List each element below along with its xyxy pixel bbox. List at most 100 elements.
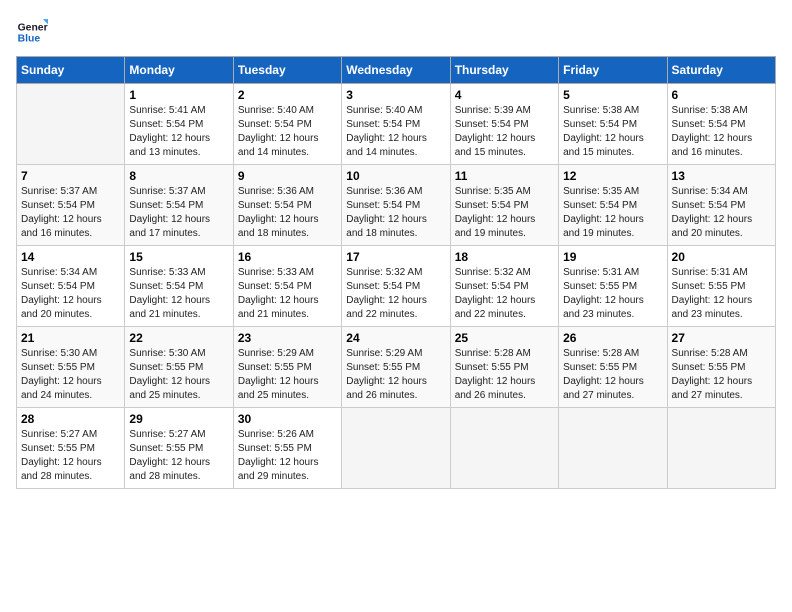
calendar-cell bbox=[17, 84, 125, 165]
calendar-cell: 2 Sunrise: 5:40 AM Sunset: 5:54 PM Daylig… bbox=[233, 84, 341, 165]
day-info: Sunrise: 5:35 AM Sunset: 5:54 PM Dayligh… bbox=[455, 185, 554, 241]
calendar-cell: 11 Sunrise: 5:35 AM Sunset: 5:54 PM Dayli… bbox=[450, 165, 558, 246]
calendar-cell: 8 Sunrise: 5:37 AM Sunset: 5:54 PM Daylig… bbox=[125, 165, 233, 246]
weekday-header-sunday: Sunday bbox=[17, 57, 125, 84]
calendar-cell: 10 Sunrise: 5:36 AM Sunset: 5:54 PM Dayli… bbox=[342, 165, 450, 246]
svg-text:Blue: Blue bbox=[18, 34, 41, 45]
calendar-cell: 1 Sunrise: 5:41 AM Sunset: 5:54 PM Daylig… bbox=[125, 84, 233, 165]
calendar-cell: 21 Sunrise: 5:30 AM Sunset: 5:55 PM Dayli… bbox=[17, 327, 125, 408]
calendar-cell: 22 Sunrise: 5:30 AM Sunset: 5:55 PM Dayli… bbox=[125, 327, 233, 408]
logo: General Blue bbox=[16, 16, 48, 48]
day-info: Sunrise: 5:37 AM Sunset: 5:54 PM Dayligh… bbox=[21, 185, 120, 241]
day-info: Sunrise: 5:41 AM Sunset: 5:54 PM Dayligh… bbox=[129, 104, 228, 160]
day-number: 1 bbox=[129, 88, 228, 102]
calendar-cell: 6Sunrise: 5:38 AM Sunset: 5:54 PM Daylig… bbox=[667, 84, 775, 165]
day-info: Sunrise: 5:35 AM Sunset: 5:54 PM Dayligh… bbox=[563, 185, 662, 241]
calendar-cell: 3 Sunrise: 5:40 AM Sunset: 5:54 PM Daylig… bbox=[342, 84, 450, 165]
day-number: 9 bbox=[238, 169, 337, 183]
day-number: 4 bbox=[455, 88, 554, 102]
calendar-cell: 27 Sunrise: 5:28 AM Sunset: 5:55 PM Dayli… bbox=[667, 327, 775, 408]
day-number: 17 bbox=[346, 250, 445, 264]
day-info: Sunrise: 5:36 AM Sunset: 5:54 PM Dayligh… bbox=[238, 185, 337, 241]
day-number: 28 bbox=[21, 412, 120, 426]
calendar-cell bbox=[559, 408, 667, 489]
calendar-cell: 15 Sunrise: 5:33 AM Sunset: 5:54 PM Dayli… bbox=[125, 246, 233, 327]
day-info: Sunrise: 5:34 AM Sunset: 5:54 PM Dayligh… bbox=[21, 266, 120, 322]
calendar-cell: 9 Sunrise: 5:36 AM Sunset: 5:54 PM Daylig… bbox=[233, 165, 341, 246]
day-info: Sunrise: 5:31 AM Sunset: 5:55 PM Dayligh… bbox=[672, 266, 771, 322]
day-number: 13 bbox=[672, 169, 771, 183]
day-info: Sunrise: 5:27 AM Sunset: 5:55 PM Dayligh… bbox=[129, 428, 228, 484]
calendar-cell: 14 Sunrise: 5:34 AM Sunset: 5:54 PM Dayli… bbox=[17, 246, 125, 327]
day-number: 24 bbox=[346, 331, 445, 345]
day-number: 16 bbox=[238, 250, 337, 264]
day-info: Sunrise: 5:29 AM Sunset: 5:55 PM Dayligh… bbox=[346, 347, 445, 403]
calendar-cell: 20 Sunrise: 5:31 AM Sunset: 5:55 PM Dayli… bbox=[667, 246, 775, 327]
day-info: Sunrise: 5:40 AM Sunset: 5:54 PM Dayligh… bbox=[346, 104, 445, 160]
day-info: Sunrise: 5:30 AM Sunset: 5:55 PM Dayligh… bbox=[21, 347, 120, 403]
day-number: 12 bbox=[563, 169, 662, 183]
calendar-cell bbox=[450, 408, 558, 489]
calendar-cell: 28 Sunrise: 5:27 AM Sunset: 5:55 PM Dayli… bbox=[17, 408, 125, 489]
calendar-cell: 19 Sunrise: 5:31 AM Sunset: 5:55 PM Dayli… bbox=[559, 246, 667, 327]
page-header: General Blue bbox=[16, 16, 776, 48]
day-info: Sunrise: 5:32 AM Sunset: 5:54 PM Dayligh… bbox=[455, 266, 554, 322]
calendar-cell: 12 Sunrise: 5:35 AM Sunset: 5:54 PM Dayli… bbox=[559, 165, 667, 246]
day-number: 18 bbox=[455, 250, 554, 264]
day-number: 19 bbox=[563, 250, 662, 264]
day-number: 10 bbox=[346, 169, 445, 183]
logo-icon: General Blue bbox=[16, 16, 48, 48]
day-number: 5 bbox=[563, 88, 662, 102]
day-number: 7 bbox=[21, 169, 120, 183]
day-info: Sunrise: 5:34 AM Sunset: 5:54 PM Dayligh… bbox=[672, 185, 771, 241]
day-number: 15 bbox=[129, 250, 228, 264]
day-number: 22 bbox=[129, 331, 228, 345]
calendar-cell: 25 Sunrise: 5:28 AM Sunset: 5:55 PM Dayli… bbox=[450, 327, 558, 408]
day-info: Sunrise: 5:31 AM Sunset: 5:55 PM Dayligh… bbox=[563, 266, 662, 322]
day-number: 25 bbox=[455, 331, 554, 345]
day-number: 30 bbox=[238, 412, 337, 426]
calendar-cell: 26Sunrise: 5:28 AM Sunset: 5:55 PM Dayli… bbox=[559, 327, 667, 408]
day-number: 6 bbox=[672, 88, 771, 102]
calendar-cell: 23Sunrise: 5:29 AM Sunset: 5:55 PM Dayli… bbox=[233, 327, 341, 408]
day-info: Sunrise: 5:40 AM Sunset: 5:54 PM Dayligh… bbox=[238, 104, 337, 160]
day-info: Sunrise: 5:26 AM Sunset: 5:55 PM Dayligh… bbox=[238, 428, 337, 484]
calendar-cell bbox=[342, 408, 450, 489]
day-number: 29 bbox=[129, 412, 228, 426]
weekday-header-wednesday: Wednesday bbox=[342, 57, 450, 84]
day-info: Sunrise: 5:36 AM Sunset: 5:54 PM Dayligh… bbox=[346, 185, 445, 241]
calendar-cell: 30 Sunrise: 5:26 AM Sunset: 5:55 PM Dayli… bbox=[233, 408, 341, 489]
calendar-cell: 16Sunrise: 5:33 AM Sunset: 5:54 PM Dayli… bbox=[233, 246, 341, 327]
day-info: Sunrise: 5:32 AM Sunset: 5:54 PM Dayligh… bbox=[346, 266, 445, 322]
day-number: 14 bbox=[21, 250, 120, 264]
day-info: Sunrise: 5:28 AM Sunset: 5:55 PM Dayligh… bbox=[563, 347, 662, 403]
weekday-header-saturday: Saturday bbox=[667, 57, 775, 84]
calendar-cell: 29 Sunrise: 5:27 AM Sunset: 5:55 PM Dayli… bbox=[125, 408, 233, 489]
day-number: 27 bbox=[672, 331, 771, 345]
day-number: 2 bbox=[238, 88, 337, 102]
weekday-header-tuesday: Tuesday bbox=[233, 57, 341, 84]
day-number: 11 bbox=[455, 169, 554, 183]
svg-text:General: General bbox=[18, 22, 48, 33]
day-number: 8 bbox=[129, 169, 228, 183]
calendar-table: SundayMondayTuesdayWednesdayThursdayFrid… bbox=[16, 56, 776, 489]
weekday-header-monday: Monday bbox=[125, 57, 233, 84]
day-info: Sunrise: 5:30 AM Sunset: 5:55 PM Dayligh… bbox=[129, 347, 228, 403]
weekday-header-friday: Friday bbox=[559, 57, 667, 84]
day-info: Sunrise: 5:39 AM Sunset: 5:54 PM Dayligh… bbox=[455, 104, 554, 160]
day-info: Sunrise: 5:38 AM Sunset: 5:54 PM Dayligh… bbox=[563, 104, 662, 160]
calendar-cell: 4 Sunrise: 5:39 AM Sunset: 5:54 PM Daylig… bbox=[450, 84, 558, 165]
day-info: Sunrise: 5:37 AM Sunset: 5:54 PM Dayligh… bbox=[129, 185, 228, 241]
calendar-cell bbox=[667, 408, 775, 489]
day-info: Sunrise: 5:28 AM Sunset: 5:55 PM Dayligh… bbox=[455, 347, 554, 403]
day-info: Sunrise: 5:33 AM Sunset: 5:54 PM Dayligh… bbox=[129, 266, 228, 322]
day-info: Sunrise: 5:29 AM Sunset: 5:55 PM Dayligh… bbox=[238, 347, 337, 403]
calendar-cell: 24 Sunrise: 5:29 AM Sunset: 5:55 PM Dayli… bbox=[342, 327, 450, 408]
weekday-header-thursday: Thursday bbox=[450, 57, 558, 84]
day-number: 3 bbox=[346, 88, 445, 102]
day-number: 21 bbox=[21, 331, 120, 345]
day-info: Sunrise: 5:28 AM Sunset: 5:55 PM Dayligh… bbox=[672, 347, 771, 403]
day-info: Sunrise: 5:27 AM Sunset: 5:55 PM Dayligh… bbox=[21, 428, 120, 484]
calendar-cell: 7 Sunrise: 5:37 AM Sunset: 5:54 PM Daylig… bbox=[17, 165, 125, 246]
day-number: 20 bbox=[672, 250, 771, 264]
